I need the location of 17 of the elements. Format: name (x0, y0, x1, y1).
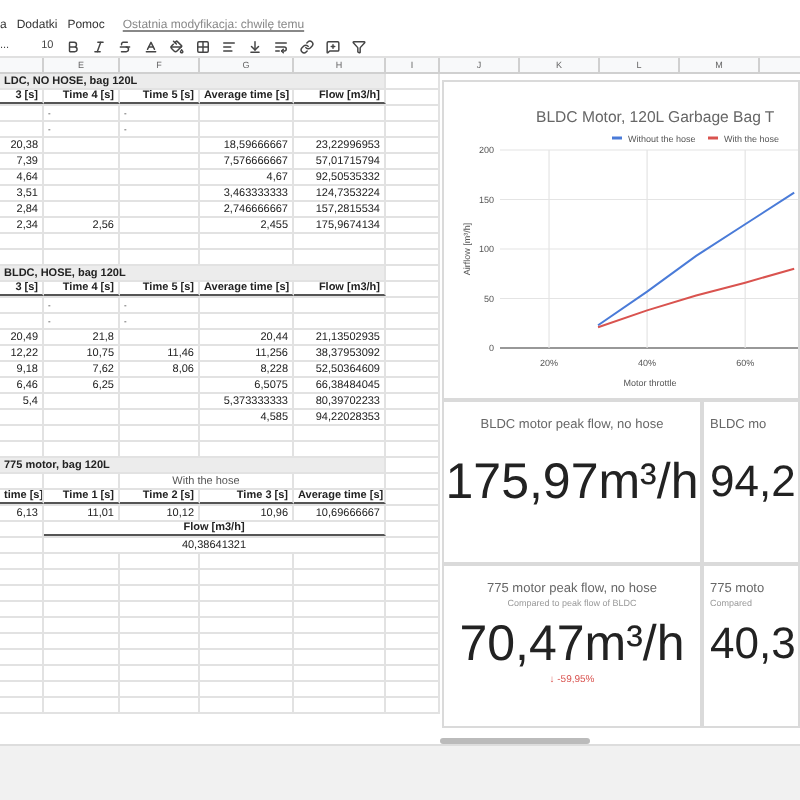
scorecard-value: 40,3 (710, 616, 796, 672)
italic-icon[interactable] (91, 39, 106, 54)
text-wrap-icon[interactable] (273, 39, 288, 54)
link-icon[interactable] (299, 39, 314, 54)
filter-icon[interactable] (351, 39, 366, 54)
strikethrough-icon[interactable] (117, 39, 132, 54)
scrollbar-thumb[interactable] (440, 738, 590, 744)
text-color-icon[interactable] (143, 39, 158, 54)
scorecard-value: 70,47m³/h (459, 614, 685, 674)
scorecard-value: 94,2 (710, 454, 796, 510)
comment-icon[interactable] (325, 39, 340, 54)
vertical-align-icon[interactable] (247, 39, 262, 54)
scorecard-value: 175,97m³/h (445, 452, 699, 512)
bold-icon[interactable] (65, 39, 80, 54)
borders-icon[interactable] (195, 39, 210, 54)
align-icon[interactable] (221, 39, 236, 54)
fill-color-icon[interactable] (169, 39, 184, 54)
